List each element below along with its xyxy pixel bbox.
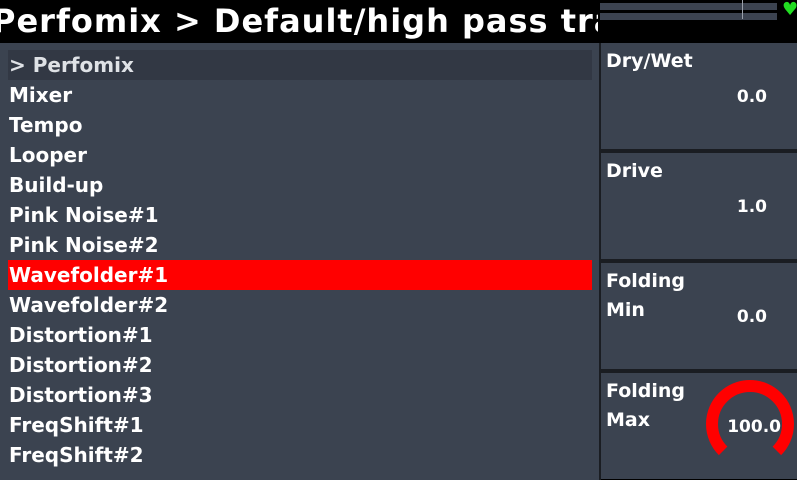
menu-item-pink-noise-2[interactable]: Pink Noise#2 bbox=[8, 230, 592, 260]
param-label: Dry/Wet bbox=[606, 50, 693, 72]
menu-item-pink-noise-1[interactable]: Pink Noise#1 bbox=[8, 200, 592, 230]
param-separator bbox=[601, 369, 797, 373]
param-folding-max[interactable]: Folding Max 100.0 bbox=[601, 373, 797, 479]
menu-item-build-up[interactable]: Build-up bbox=[8, 170, 592, 200]
menu-item-tempo[interactable]: Tempo bbox=[8, 110, 592, 140]
meter-marker bbox=[742, 0, 743, 19]
param-value: 1.0 bbox=[736, 197, 767, 217]
menu-item-distortion-3[interactable]: Distortion#3 bbox=[8, 380, 592, 410]
menu-list: > Perfomix Mixer Tempo Looper Build-up P… bbox=[0, 43, 599, 480]
param-label: Folding Max bbox=[606, 380, 686, 431]
param-value: 0.0 bbox=[736, 87, 767, 107]
page-title: Perfomix > Default/high pass tra bbox=[0, 2, 598, 40]
menu-item-wavefolder-2[interactable]: Wavefolder#2 bbox=[8, 290, 592, 320]
menu-item-distortion-2[interactable]: Distortion#2 bbox=[8, 350, 592, 380]
menu-item-freqshift-1[interactable]: FreqShift#1 bbox=[8, 410, 592, 440]
param-folding-min[interactable]: Folding Min 0.0 bbox=[601, 263, 797, 369]
param-label: Folding Min bbox=[606, 270, 686, 321]
menu-item-mixer[interactable]: Mixer bbox=[8, 80, 592, 110]
param-separator bbox=[601, 149, 797, 153]
param-value: 0.0 bbox=[736, 307, 767, 327]
menu-item-looper[interactable]: Looper bbox=[8, 140, 592, 170]
heart-icon: ♥ bbox=[782, 0, 797, 20]
param-separator bbox=[601, 259, 797, 263]
param-label: Drive bbox=[606, 160, 663, 182]
param-value: 100.0 bbox=[727, 417, 781, 437]
menu-item-wavefolder-1[interactable]: Wavefolder#1 bbox=[8, 260, 592, 290]
param-drive[interactable]: Drive 1.0 bbox=[601, 153, 797, 259]
level-meter-right bbox=[600, 13, 777, 20]
level-meters: ♥ bbox=[598, 0, 797, 43]
title-bar: Perfomix > Default/high pass tra bbox=[0, 0, 598, 43]
menu-item-perfomix[interactable]: > Perfomix bbox=[8, 50, 592, 80]
param-dry-wet[interactable]: Dry/Wet 0.0 bbox=[601, 43, 797, 149]
menu-item-distortion-1[interactable]: Distortion#1 bbox=[8, 320, 592, 350]
menu-item-freqshift-2[interactable]: FreqShift#2 bbox=[8, 440, 592, 470]
level-meter-left bbox=[600, 3, 777, 10]
